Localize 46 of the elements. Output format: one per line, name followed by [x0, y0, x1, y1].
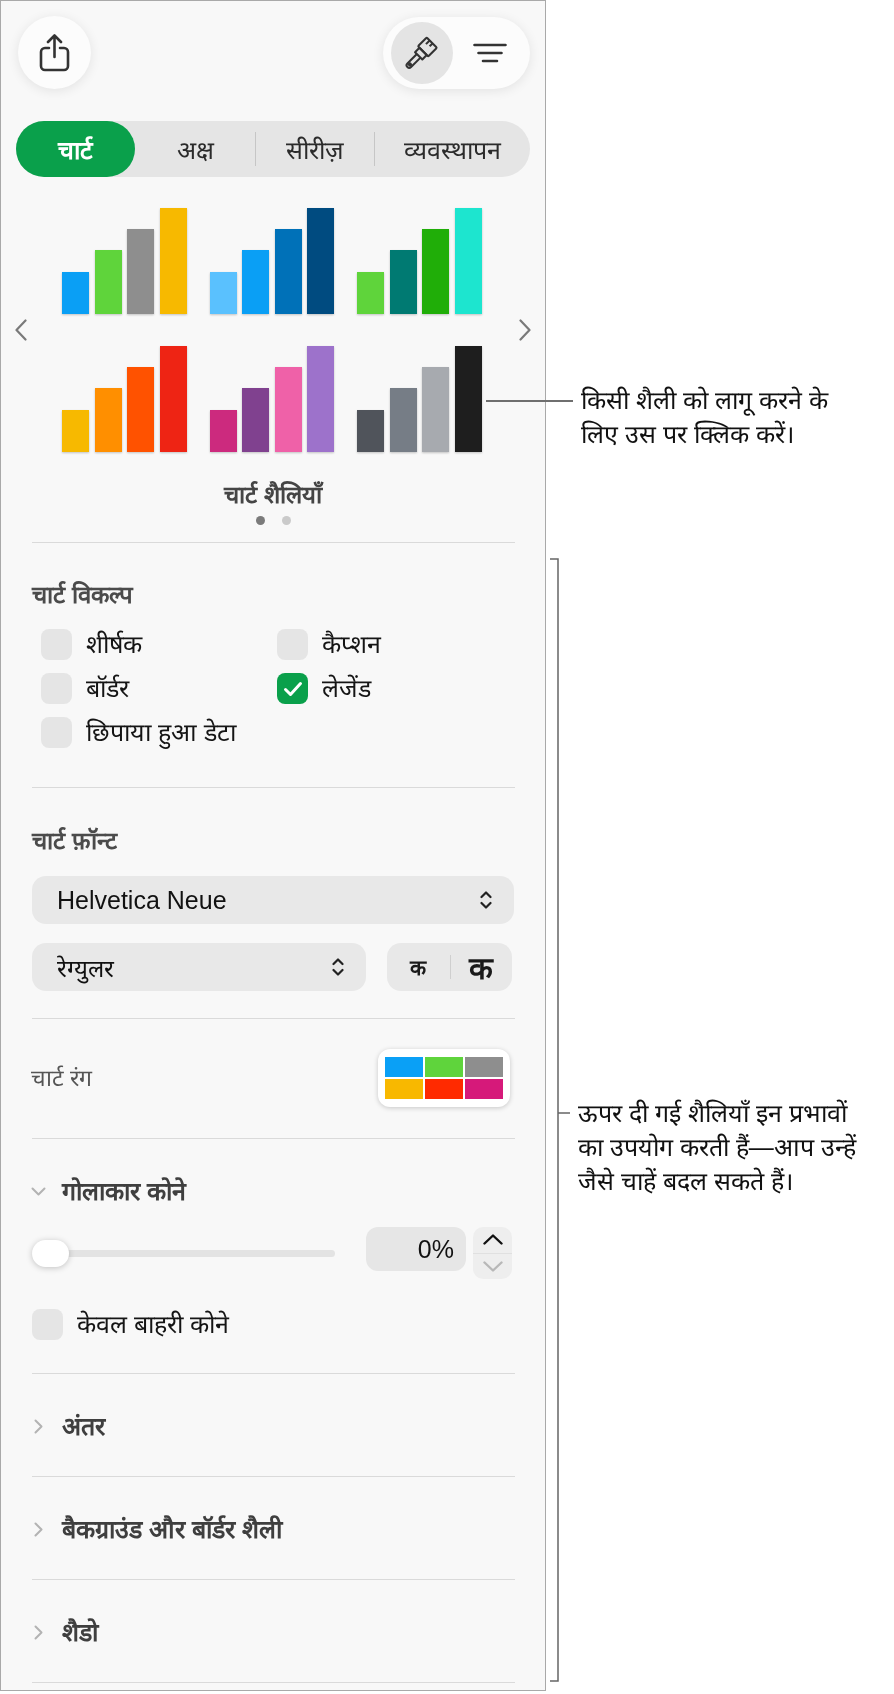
section-toggle[interactable]: शैडो: [30, 1617, 98, 1647]
chart-style-thumbnail[interactable]: [357, 346, 482, 452]
section-toggle[interactable]: अंतर: [30, 1411, 105, 1441]
tab[interactable]: सीरीज़: [255, 121, 374, 177]
font-popup[interactable]: Helvetica Neue: [32, 876, 514, 924]
chevron-right-icon[interactable]: [519, 319, 531, 341]
section-heading: चार्ट विकल्प: [32, 580, 133, 610]
slider-thumb[interactable]: [32, 1239, 69, 1267]
checkbox-label: कैप्शन: [322, 629, 381, 660]
menu-icon[interactable]: [473, 42, 507, 63]
chart-style-thumbnail[interactable]: [357, 208, 482, 314]
chart-style-thumbnail[interactable]: [62, 346, 187, 452]
tab[interactable]: अक्ष: [135, 121, 255, 177]
chart-style-thumbnail[interactable]: [209, 208, 335, 314]
checkbox-label: लेजेंड: [322, 673, 371, 704]
section-toggle[interactable]: गोलाकार कोने: [30, 1176, 186, 1206]
checkbox[interactable]: [277, 673, 308, 704]
page-dot[interactable]: [255, 516, 265, 525]
up-down-chevron-icon: [480, 890, 492, 910]
chevron-up-icon[interactable]: [482, 1234, 503, 1246]
color-palette-button[interactable]: [378, 1049, 510, 1107]
checkbox-label: शीर्षक: [86, 629, 142, 660]
checkbox-label: बॉर्डर: [86, 673, 129, 704]
checkbox-label: केवल बाहरी कोने: [77, 1309, 229, 1340]
font-style-popup[interactable]: रेग्युलर: [32, 943, 366, 991]
callout-text: ऊपर दी गई शैलियाँ इन प्रभावों का उपयोग करती हैं—आप उन्हें जैसे चाहें बदल सकते हैं।: [578, 1098, 858, 1197]
slider-track[interactable]: [32, 1239, 335, 1267]
paintbrush-icon[interactable]: [405, 35, 439, 70]
percent-field[interactable]: 0%: [366, 1227, 466, 1271]
selected-mode-button[interactable]: [391, 21, 453, 84]
section-toggle[interactable]: बैकग्राउंड और बॉर्डर शैली: [30, 1514, 282, 1544]
section-heading: चार्ट फ़ॉन्ट: [32, 826, 117, 856]
callout-text: किसी शैली को लागू करने के लिए उस पर क्लिक करें।: [581, 385, 830, 450]
chart-colors-label: चार्ट रंग: [31, 1064, 93, 1093]
chart-style-thumbnail[interactable]: [62, 208, 187, 314]
smaller-text-button[interactable]: क: [387, 943, 450, 991]
page-dot[interactable]: [281, 516, 291, 525]
up-down-chevron-icon: [332, 957, 344, 977]
check-icon: [282, 680, 303, 697]
styles-label: चार्ट शैलियाँ: [224, 480, 322, 510]
share-icon: [39, 33, 70, 72]
tab[interactable]: व्यवस्थापन: [374, 121, 530, 177]
chevron-left-icon[interactable]: [15, 319, 27, 341]
larger-text-button[interactable]: क: [449, 943, 512, 991]
chart-style-thumbnail[interactable]: [209, 346, 335, 452]
checkbox-label: छिपाया हुआ डेटा: [86, 717, 236, 748]
